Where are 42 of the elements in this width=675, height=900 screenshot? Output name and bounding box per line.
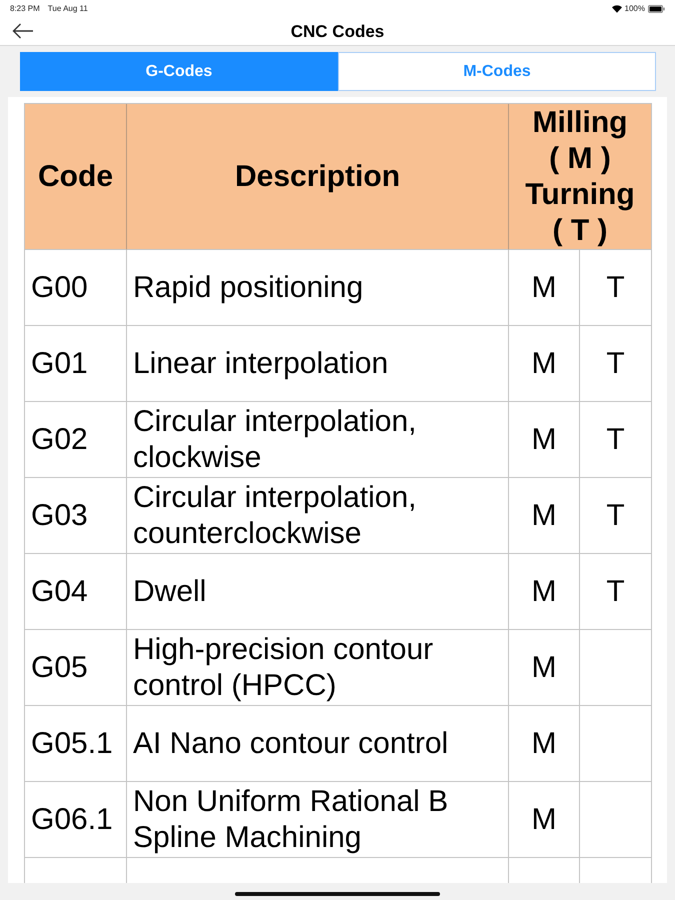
- wifi-icon: [612, 5, 622, 13]
- home-indicator[interactable]: [235, 892, 440, 896]
- table-cell: M: [509, 326, 580, 402]
- table-cell: M: [509, 478, 580, 554]
- table-cell: M: [509, 402, 580, 478]
- table-cell: Dwell: [127, 554, 509, 630]
- table-cell: Linear interpolation: [127, 326, 509, 402]
- battery-percentage: 100%: [624, 4, 645, 14]
- table-cell: AI Nano contour control: [127, 706, 509, 782]
- back-arrow-icon[interactable]: [12, 23, 34, 39]
- table-cell: G01: [25, 326, 127, 402]
- status-time: 8:23 PM: [10, 4, 40, 14]
- table-cell: Circular interpolation, counterclockwise: [127, 478, 509, 554]
- column-header: Milling ( M ) Turning ( T ): [509, 104, 652, 250]
- table-cell: G00: [25, 250, 127, 326]
- table-cell: M: [509, 250, 580, 326]
- table-cell: G03: [25, 478, 127, 554]
- table-cell: T: [580, 326, 652, 402]
- screen-title: CNC Codes: [290, 22, 384, 42]
- table-cell: T: [580, 554, 652, 630]
- status-date: Tue Aug 11: [48, 4, 88, 14]
- table-cell: G05.1: [25, 706, 127, 782]
- table-cell: M: [509, 554, 580, 630]
- table-cell: M: [509, 782, 580, 858]
- table-cell: Rapid positioning: [127, 250, 509, 326]
- table-cell: G05: [25, 630, 127, 706]
- table-cell: High-precision contour control (HPCC): [127, 630, 509, 706]
- table-cell: Non Uniform Rational B Spline Machining: [127, 782, 509, 858]
- table-cell: M: [509, 706, 580, 782]
- table-cell: G02: [25, 402, 127, 478]
- table-cell: M: [509, 630, 580, 706]
- table-cell: G04: [25, 554, 127, 630]
- table-cell: T: [580, 250, 652, 326]
- table-cell: T: [580, 478, 652, 554]
- battery-icon: [648, 5, 665, 13]
- table-cell: G06.1: [25, 782, 127, 858]
- table-cell: Circular interpolation, clockwise: [127, 402, 509, 478]
- table-cell: T: [580, 402, 652, 478]
- column-header: Code: [25, 104, 127, 250]
- column-header: Description: [127, 104, 509, 250]
- tab[interactable]: M-Codes: [338, 52, 656, 91]
- tab[interactable]: G-Codes: [20, 52, 338, 91]
